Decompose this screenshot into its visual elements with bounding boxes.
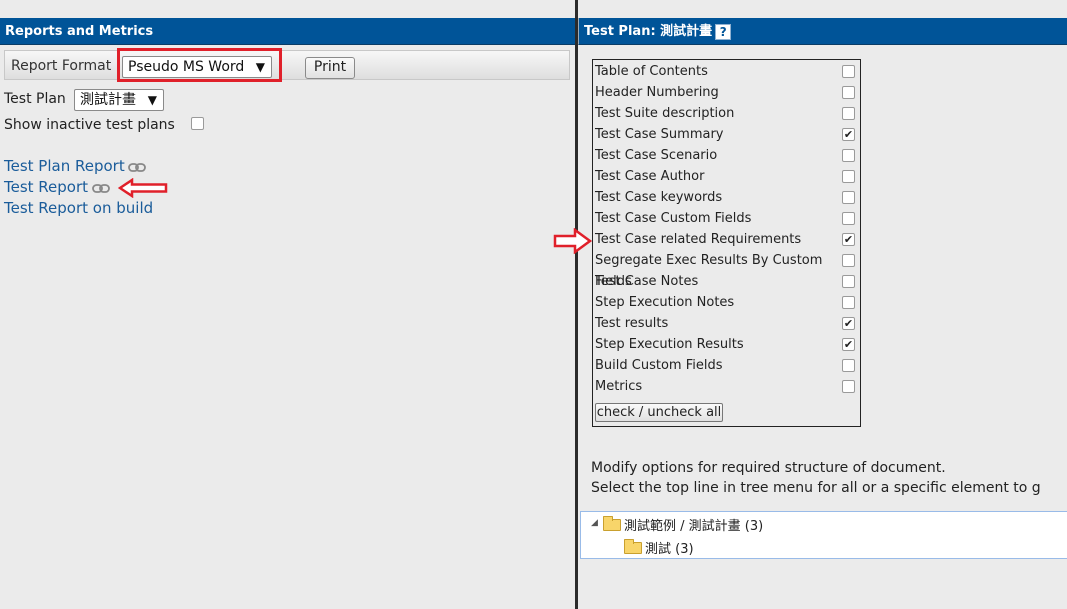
option-checkbox[interactable] [842,170,855,183]
option-label: Step Execution Notes [595,295,735,310]
red-arrow-right-icon [553,228,593,254]
option-label: Test Case Custom Fields [595,211,752,226]
tree-root-node[interactable]: 測試範例 / 測試計畫 (3) [624,515,763,534]
option-checkbox[interactable]: ✔ [842,317,855,330]
test-plan-value: 測試計畫 [80,92,136,108]
option-checkbox[interactable] [842,86,855,99]
option-checkbox[interactable] [842,107,855,120]
test-plan-label: Test Plan [4,91,66,107]
option-label: Test Case Summary [595,127,724,142]
print-button[interactable]: Print [305,57,355,79]
option-label: Segregate Exec Results By Custom Fields [595,253,823,289]
reports-frame: Reports and Metrics Report Format Pseudo… [0,0,575,609]
option-checkbox[interactable] [842,296,855,309]
show-inactive-checkbox[interactable] [191,117,204,130]
test-report-on-build-link[interactable]: Test Report on build [4,199,153,217]
report-format-bar: Report Format Pseudo MS Word ▼ Print [4,48,570,82]
tree-expand-toggle-icon[interactable]: ◢ [591,518,598,528]
option-checkbox[interactable] [842,275,855,288]
option-checkbox[interactable]: ✔ [842,338,855,351]
tree-child-node[interactable]: 測試 (3) [645,538,694,557]
test-plan-tree: ◢ 測試範例 / 測試計畫 (3) 測試 (3) [580,511,1067,559]
reports-header: Reports and Metrics [0,18,575,45]
option-label: Test Case related Requirements [595,232,802,247]
test-report-link[interactable]: Test Report [4,178,88,196]
check-uncheck-all-button[interactable]: check / uncheck all [595,403,723,422]
info-text-line2: Select the top line in tree menu for all… [591,480,1041,496]
show-inactive-label: Show inactive test plans [4,117,175,133]
chain-link-icon[interactable] [92,184,110,193]
document-options-box: Table of Contents Header Numbering Test … [592,59,861,427]
option-checkbox[interactable] [842,65,855,78]
folder-icon [624,539,642,554]
test-plan-header: Test Plan: 測試計畫? [578,18,1067,45]
test-plan-header-title: Test Plan: 測試計畫 [584,24,713,39]
red-arrow-left-icon [118,178,168,198]
highlight-box [117,48,282,82]
option-checkbox[interactable] [842,359,855,372]
report-format-label: Report Format [11,58,112,74]
option-checkbox[interactable] [842,149,855,162]
test-plan-select[interactable]: 測試計畫 ▼ [74,89,164,111]
folder-icon [603,516,621,531]
option-checkbox[interactable]: ✔ [842,128,855,141]
option-label: Test Suite description [595,106,735,121]
option-label: Step Execution Results [595,337,744,352]
option-label: Build Custom Fields [595,358,723,373]
option-label: Test Case Notes [595,274,699,289]
option-label: Metrics [595,379,643,394]
option-label: Test results [595,316,669,331]
info-text-line1: Modify options for required structure of… [591,460,946,476]
help-icon[interactable]: ? [715,23,732,40]
option-label: Test Case Scenario [595,148,718,163]
test-plan-frame: Test Plan: 測試計畫? Table of Contents Heade… [578,0,1067,609]
reports-header-title: Reports and Metrics [5,24,154,39]
option-checkbox[interactable]: ✔ [842,233,855,246]
test-plan-report-link[interactable]: Test Plan Report [4,157,125,175]
option-label: Test Case keywords [595,190,723,205]
chevron-down-icon: ▼ [147,93,157,107]
option-label: Header Numbering [595,85,719,100]
option-checkbox[interactable] [842,254,855,267]
option-checkbox[interactable] [842,380,855,393]
option-checkbox[interactable] [842,191,855,204]
option-checkbox[interactable] [842,212,855,225]
option-label: Table of Contents [595,64,708,79]
chain-link-icon[interactable] [128,163,146,172]
option-label: Test Case Author [595,169,705,184]
